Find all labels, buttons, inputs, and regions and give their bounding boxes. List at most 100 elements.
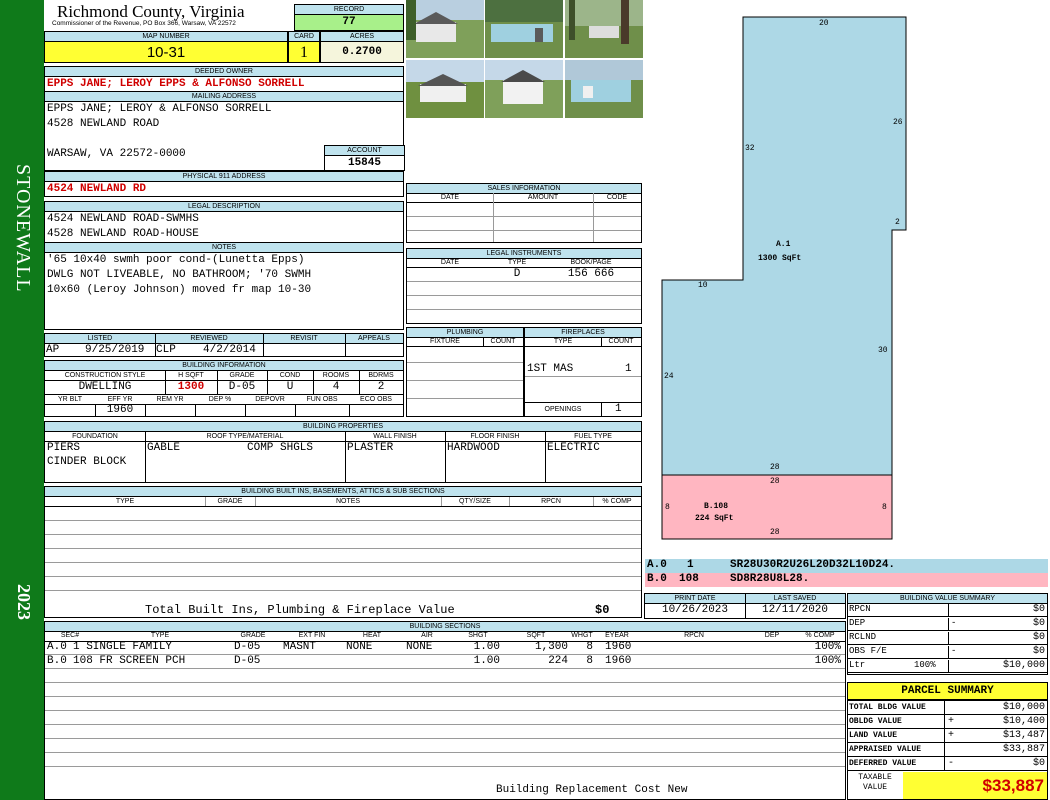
physical-address-box: PHYSICAL 911 ADDRESS 4524 NEWLAND RD (44, 171, 404, 197)
value-summary-value: $0 (1032, 646, 1045, 657)
parcel-summary-row: LAND VALUE + $13,487 (848, 729, 1047, 743)
col-inst-bookpage: BOOK/PAGE (570, 259, 612, 266)
rooms: 4 (332, 381, 340, 393)
notes-label: NOTES (45, 243, 403, 253)
building-properties-label: BUILDING PROPERTIES (45, 422, 641, 432)
table-row: B.0 108 FR SCREEN PCH D-05 1.00 224 8 1960 100% (45, 655, 845, 669)
hsqft: 1300 (177, 381, 205, 393)
notes-box: NOTES '65 10x40 swmh poor cond-(Lunetta … (44, 242, 404, 330)
fireplace-type: 1ST MAS (527, 363, 574, 375)
col-yr-blt: YR BLT (58, 396, 82, 403)
col-rem-yr: REM YR (156, 396, 184, 403)
value-summary-value: $0 (1032, 618, 1045, 629)
taxable-label: TAXABLE VALUE (848, 773, 902, 793)
col-inst-date: DATE (440, 259, 460, 266)
account-number: 15845 (347, 157, 381, 169)
mailing-line-2: 4528 NEWLAND ROAD (47, 118, 160, 130)
mailing-address-label: MAILING ADDRESS (45, 92, 403, 102)
photo-4 (406, 60, 484, 118)
map-number: 10-31 (146, 44, 186, 61)
value-summary-divider (948, 632, 949, 644)
code-a-id: A.0 (647, 559, 667, 571)
code-b-string: SD8R28U8L28. (730, 573, 810, 585)
openings-label: OPENINGS (544, 406, 582, 413)
section-sqft: 1,300 (534, 641, 568, 653)
deeded-owner: EPPS JANE; LEROY EPPS & ALFONSO SORRELL (47, 78, 305, 90)
wall-finish: PLASTER (347, 442, 394, 454)
col-roof: ROOF TYPE/MATERIAL (206, 433, 284, 440)
parcel-summary-divider (944, 743, 945, 757)
dim-step: 10 (698, 281, 708, 290)
dim-b-bottom: 28 (770, 528, 780, 537)
account-label: ACCOUNT (325, 146, 404, 156)
section-type: 108 FR SCREEN PCH (73, 655, 186, 667)
col-bi-notes: NOTES (335, 498, 361, 505)
photo-3 (565, 0, 643, 58)
col-eff-yr: EFF YR (107, 396, 133, 403)
sections-col-sec: SEC# (60, 632, 80, 639)
last-saved: 12/11/2020 (761, 604, 828, 616)
legal-description-label: LEGAL DESCRIPTION (45, 202, 403, 212)
appeals-label: APPEALS (358, 335, 390, 342)
section-grade: D-05 (234, 641, 261, 653)
parcel-summary-divider (944, 757, 945, 771)
section-air: NONE (406, 641, 433, 653)
parcel-summary-value: $13,487 (1002, 730, 1045, 741)
district-name: STONEWALL (12, 164, 34, 293)
section-sec: B.0 (47, 655, 67, 667)
acres-label: ACRES (321, 32, 403, 42)
value-summary-row: Ltr 100% $10,000 (848, 659, 1047, 673)
sections-col-dep: DEP (764, 632, 780, 639)
col-inst-type: TYPE (507, 259, 527, 266)
replacement-cost-label: Building Replacement Cost New (496, 784, 688, 796)
section-grade: D-05 (234, 655, 261, 667)
col-eco-obs: ECO OBS (360, 396, 392, 403)
sidebar: STONEWALL 2023 (0, 0, 44, 800)
col-bi-comp: % COMP (602, 498, 632, 505)
parcel-summary-row: TOTAL BLDG VALUE $10,000 (848, 701, 1047, 715)
parcel-summary-label: APPRAISED VALUE (849, 745, 922, 754)
card-number: 1 (300, 44, 308, 61)
revisit-label: REVISIT (290, 335, 318, 342)
code-b-id: B.0 (647, 573, 667, 585)
dim-b-right: 8 (882, 503, 887, 512)
review-box: LISTED REVIEWED REVISIT APPEALS AP 9/25/… (44, 333, 404, 357)
value-summary-divider (948, 618, 949, 630)
section-b-label: B.108 (704, 502, 729, 511)
building-sketch (661, 16, 907, 540)
built-ins-total: $0 (595, 603, 610, 617)
value-summary-label: Ltr (849, 660, 866, 670)
col-bi-type: TYPE (115, 498, 135, 505)
sections-col-whgt: WHGT (571, 632, 593, 639)
dim-b-top: 28 (770, 477, 780, 486)
dim-right-upper: 26 (893, 118, 903, 127)
listed-by: AP (46, 344, 60, 356)
print-date: 10/26/2023 (661, 604, 728, 616)
parcel-summary-label: LAND VALUE (849, 731, 898, 740)
legal-line-2: 4528 NEWLAND ROAD-HOUSE (47, 228, 199, 240)
parcel-summary-value: $10,400 (1002, 716, 1045, 727)
record-label: RECORD (295, 5, 403, 15)
col-sale-code: CODE (606, 194, 628, 201)
note-line-2: DWLG NOT LIVEABLE, NO BATHROOM; '70 SWMH (47, 269, 312, 281)
taxable-label-2: VALUE (862, 783, 887, 792)
photo-2 (485, 0, 563, 58)
dates-box: PRINT DATE LAST SAVED 10/26/2023 12/11/2… (644, 593, 846, 619)
col-cond: COND (279, 372, 301, 379)
legal-line-1: 4524 NEWLAND ROAD-SWMHS (47, 213, 199, 225)
col-fixture-count: COUNT (490, 338, 516, 345)
section-sqft: 224 (548, 655, 568, 667)
dim-right-lower: 30 (878, 346, 888, 355)
sections-col-air: AIR (421, 632, 433, 639)
col-floor: FLOOR FINISH (470, 433, 520, 440)
map-number-label: MAP NUMBER (45, 32, 287, 42)
col-fuel: FUEL TYPE (574, 433, 612, 440)
dim-mid: 28 (770, 463, 780, 472)
value-summary-divider (948, 660, 949, 672)
taxable-label-1: TAXABLE (858, 773, 892, 782)
value-summary-value: $0 (1032, 604, 1045, 615)
col-depovr: DEPOVR (255, 396, 285, 403)
sketch-code-a: A.0 1 SR28U30R2U26L20D32L10D24. (645, 559, 1048, 573)
parcel-summary-sign: + (948, 716, 955, 727)
parcel-summary-divider (944, 701, 945, 715)
